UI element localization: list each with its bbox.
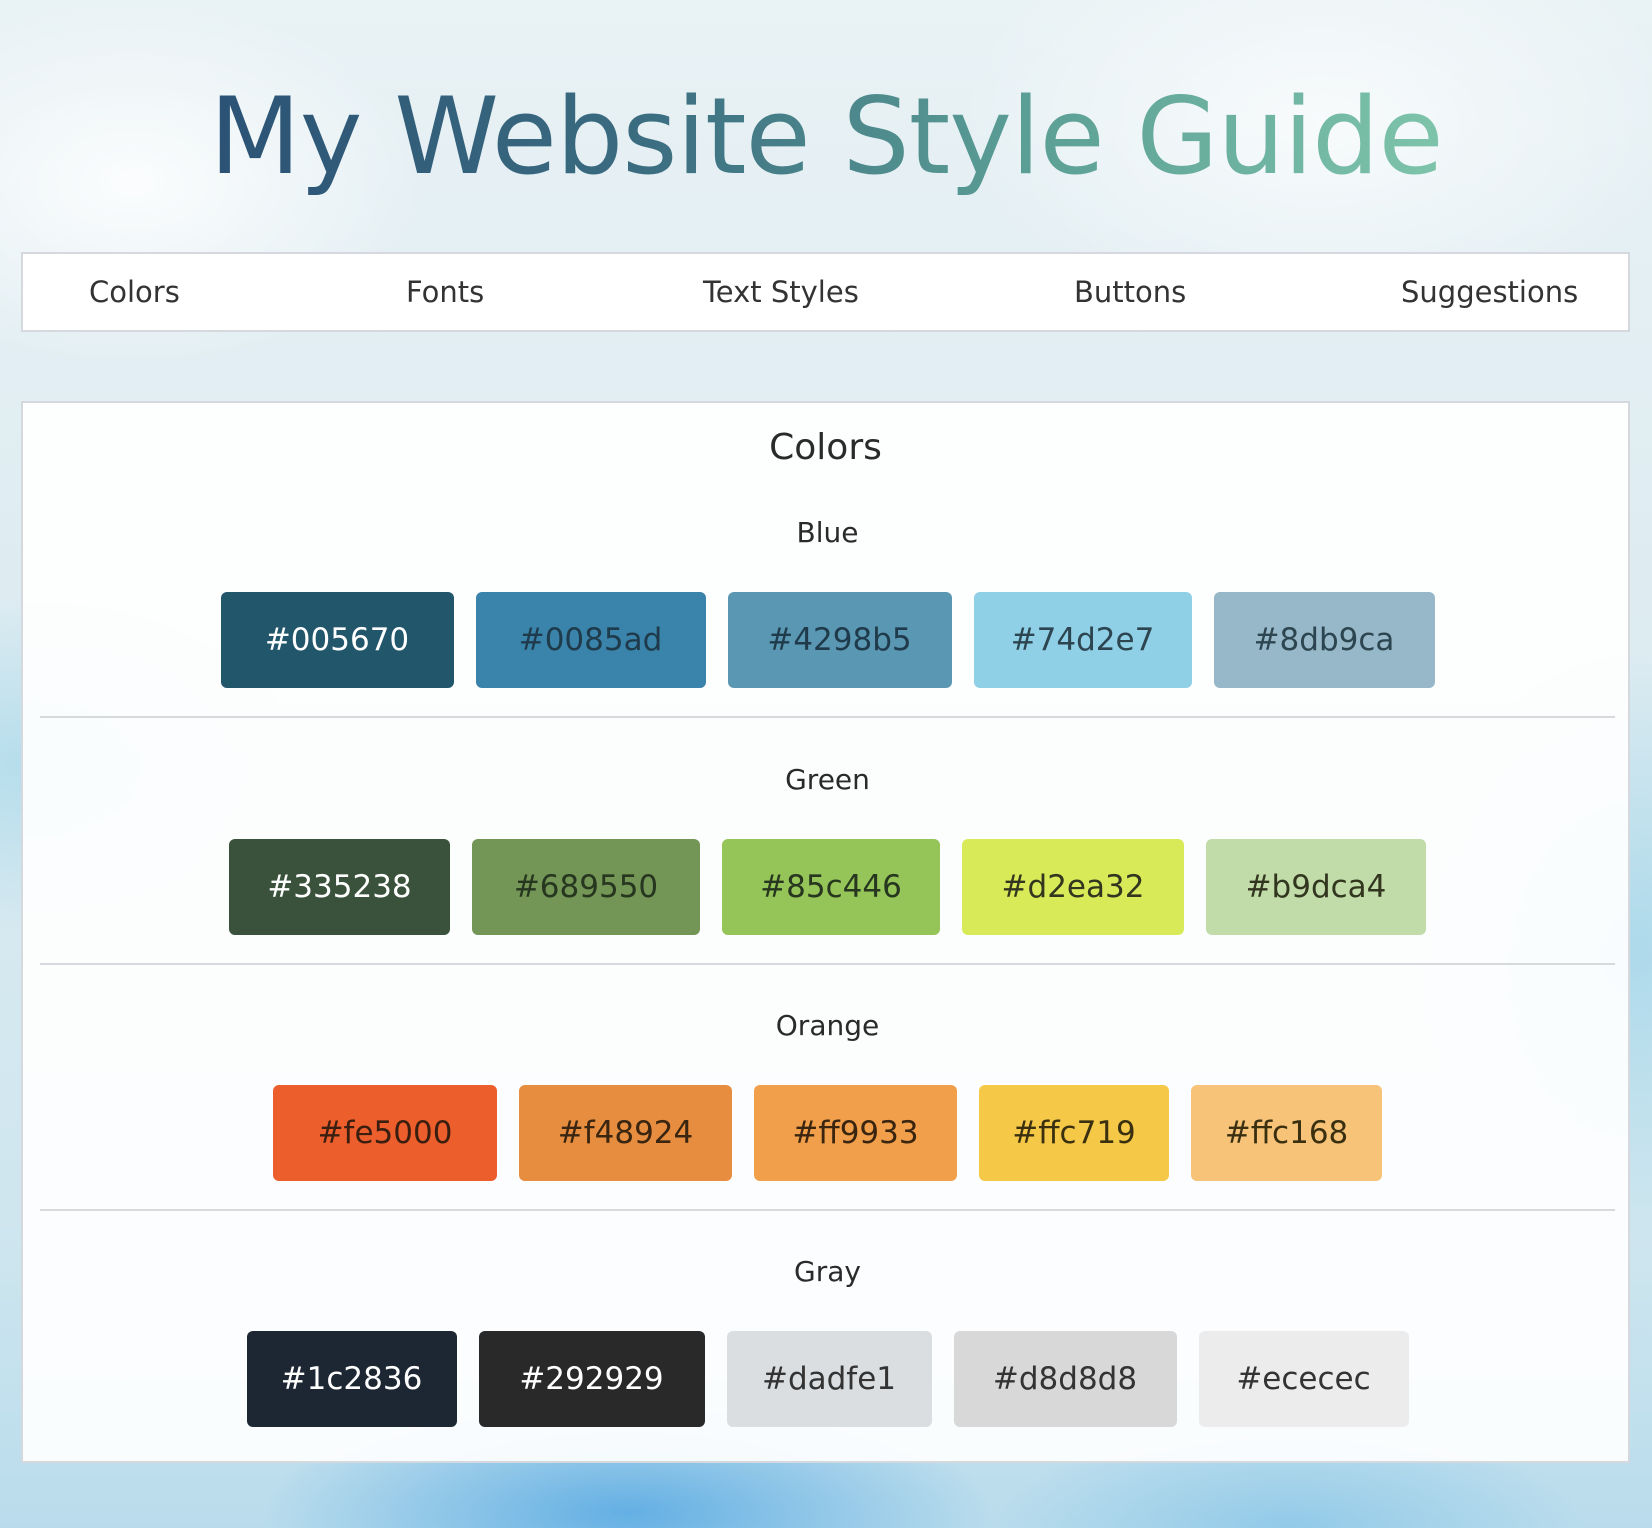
color-swatch[interactable]: #ffc168 xyxy=(1191,1085,1382,1181)
nav-item-text-styles[interactable]: Text Styles xyxy=(703,254,859,330)
color-group-gray: Gray #1c2836 #292929 #dadfe1 #d8d8d8 #ec… xyxy=(40,1252,1615,1498)
nav-item-suggestions[interactable]: Suggestions xyxy=(1401,254,1578,330)
section-title: Colors xyxy=(769,427,882,468)
color-swatch[interactable]: #85c446 xyxy=(722,839,940,935)
nav-item-buttons[interactable]: Buttons xyxy=(1074,254,1186,330)
group-divider xyxy=(40,963,1615,965)
color-swatch[interactable]: #b9dca4 xyxy=(1206,839,1426,935)
color-swatch[interactable]: #0085ad xyxy=(475,592,706,688)
group-label: Blue xyxy=(796,516,859,549)
color-swatch[interactable]: #d8d8d8 xyxy=(953,1331,1177,1427)
group-label: Gray xyxy=(794,1255,861,1288)
swatch-row: #335238 #689550 #85c446 #d2ea32 #b9dca4 xyxy=(40,839,1615,935)
color-swatch[interactable]: #ff9933 xyxy=(754,1085,957,1181)
swatch-row: #1c2836 #292929 #dadfe1 #d8d8d8 #ececec xyxy=(40,1331,1615,1427)
color-swatch[interactable]: #1c2836 xyxy=(246,1331,457,1427)
color-swatch[interactable]: #ffc719 xyxy=(979,1085,1169,1181)
colors-panel: Colors Blue #005670 #0085ad #4298b5 #74d… xyxy=(21,401,1630,1463)
swatch-row: #fe5000 #f48924 #ff9933 #ffc719 #ffc168 xyxy=(40,1085,1615,1181)
color-swatch[interactable]: #005670 xyxy=(220,592,454,688)
group-label: Orange xyxy=(775,1009,880,1042)
color-swatch[interactable]: #f48924 xyxy=(519,1085,732,1181)
top-nav: Colors Fonts Text Styles Buttons Suggest… xyxy=(21,252,1630,332)
color-group-blue: Blue #005670 #0085ad #4298b5 #74d2e7 #8d… xyxy=(40,513,1615,759)
swatch-row: #005670 #0085ad #4298b5 #74d2e7 #8db9ca xyxy=(40,592,1615,688)
color-swatch[interactable]: #292929 xyxy=(478,1331,705,1427)
color-swatch[interactable]: #74d2e7 xyxy=(973,592,1192,688)
color-swatch[interactable]: #689550 xyxy=(472,839,700,935)
color-swatch[interactable]: #ececec xyxy=(1198,1331,1409,1427)
color-swatch[interactable]: #d2ea32 xyxy=(962,839,1184,935)
color-swatch[interactable]: #335238 xyxy=(229,839,450,935)
color-swatch[interactable]: #fe5000 xyxy=(273,1085,497,1181)
nav-item-fonts[interactable]: Fonts xyxy=(406,254,484,330)
color-group-green: Green #335238 #689550 #85c446 #d2ea32 #b… xyxy=(40,760,1615,1006)
color-swatch[interactable]: #4298b5 xyxy=(727,592,952,688)
color-group-orange: Orange #fe5000 #f48924 #ff9933 #ffc719 #… xyxy=(40,1006,1615,1252)
color-swatch[interactable]: #8db9ca xyxy=(1213,592,1435,688)
group-divider xyxy=(40,716,1615,718)
page-title: My Website Style Guide xyxy=(0,62,1652,212)
nav-item-colors[interactable]: Colors xyxy=(89,254,180,330)
group-label: Green xyxy=(785,763,870,796)
color-swatch[interactable]: #dadfe1 xyxy=(726,1331,932,1427)
group-divider xyxy=(40,1209,1615,1211)
